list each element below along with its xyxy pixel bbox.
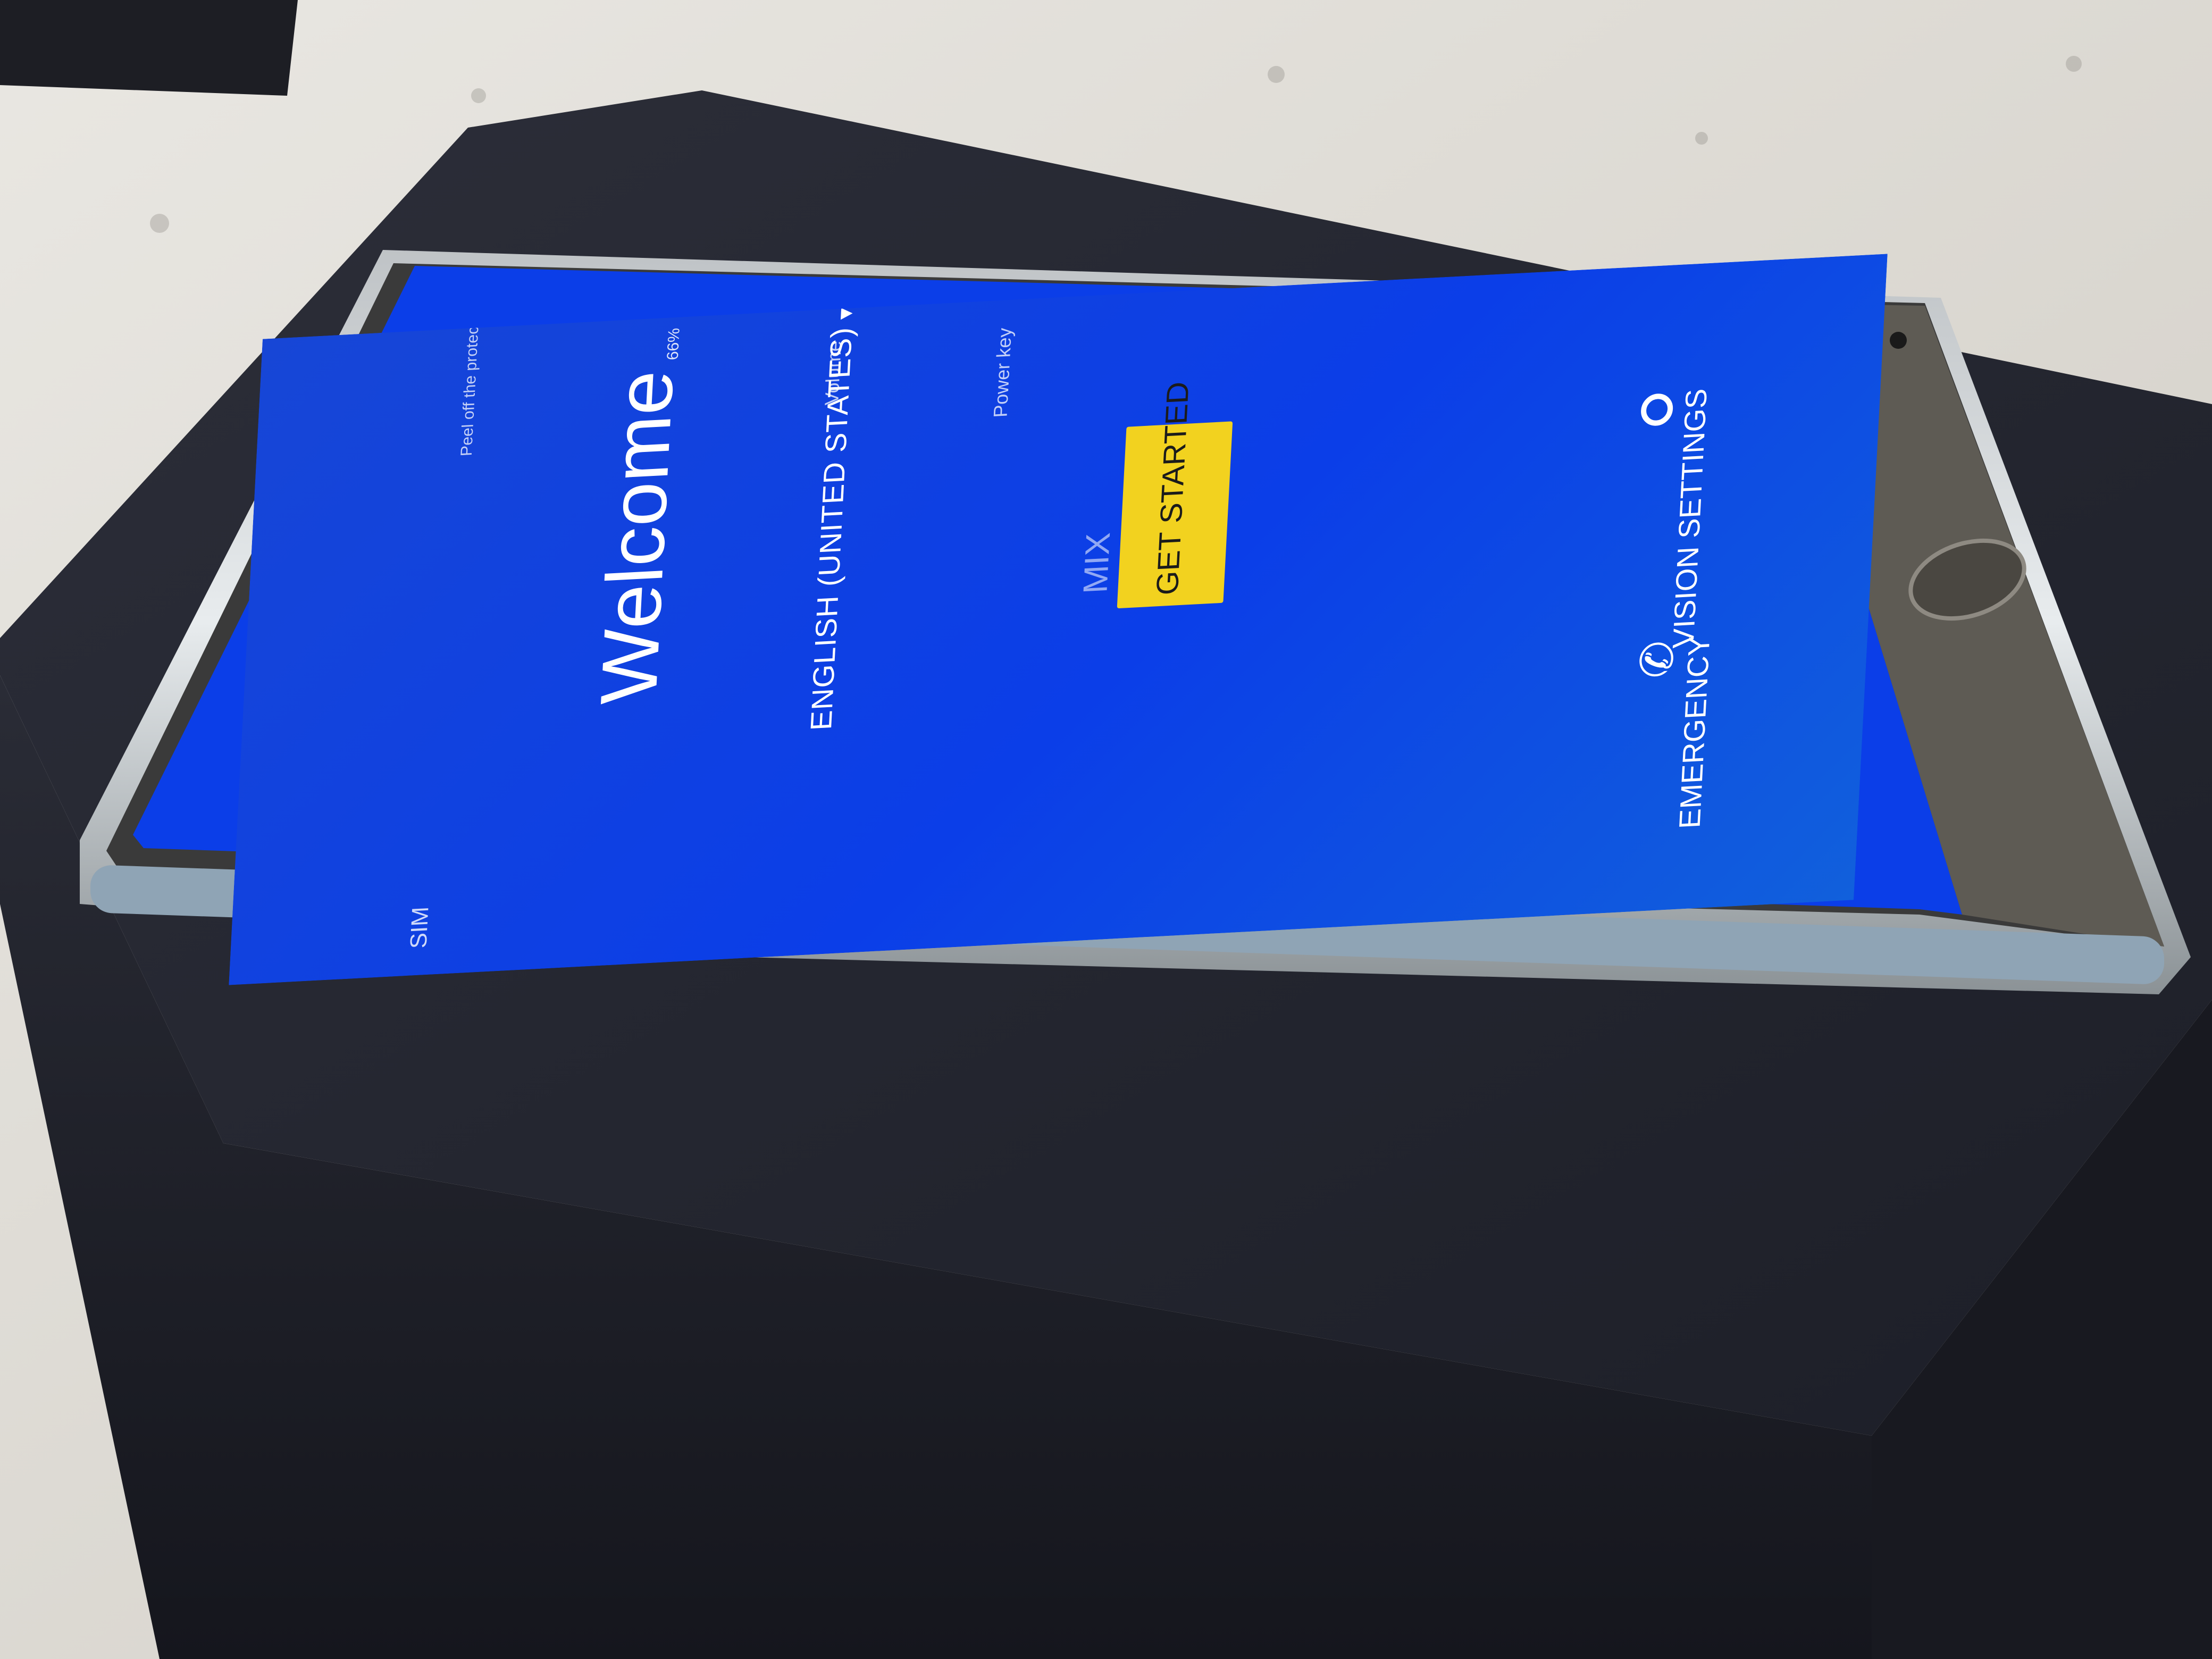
phone-screen: 66% Peel off the protective film first V… <box>229 254 1888 985</box>
power-key-label: Power key <box>989 327 1016 418</box>
sim-label: SIM <box>405 906 434 950</box>
welcome-title: Welcome <box>583 368 690 706</box>
phone-icon[interactable]: ✆ <box>1630 639 1685 680</box>
dropdown-caret-icon: ▾ <box>832 306 859 321</box>
box-corner-top-left <box>0 0 298 96</box>
battery-indicator: 66% <box>664 328 683 361</box>
front-camera <box>1890 332 1907 349</box>
get-started-button[interactable]: GET STARTED <box>1117 381 1233 609</box>
brand-watermark: MIX <box>1076 532 1118 595</box>
